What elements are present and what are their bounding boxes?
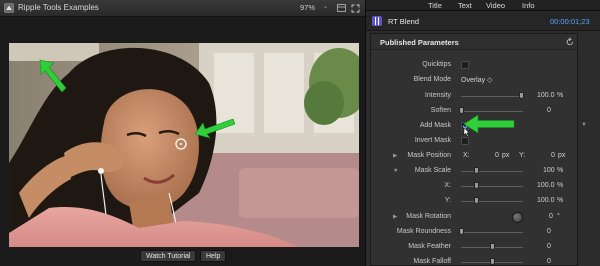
intensity-value[interactable]: 100.0 [537, 92, 555, 99]
tab-title[interactable]: Title [428, 1, 442, 10]
video-image [9, 43, 359, 247]
mask-scale-slider-track[interactable] [461, 171, 523, 172]
effect-icon-mark [375, 17, 379, 25]
param-mask-position: ▶ Mask Position X: 0 px Y: 0 px [371, 149, 577, 164]
viewer-panel: Ripple Tools Examples 97% ⌄ Watch Tutori… [0, 0, 365, 266]
zoom-caret-icon[interactable]: ⌄ [323, 3, 328, 10]
param-mask-feather: Mask Feather 0 [371, 240, 577, 255]
soften-slider-knob[interactable] [459, 107, 464, 114]
reset-icon[interactable] [566, 37, 574, 46]
intensity-slider-track[interactable] [461, 96, 523, 97]
mask-position-y-unit: px [558, 152, 566, 159]
mask-position-y-value[interactable]: 0 [551, 152, 555, 159]
mask-scale-x-slider-knob[interactable] [474, 182, 479, 189]
mask-roundness-slider-knob[interactable] [459, 228, 464, 235]
section-header: Published Parameters [371, 34, 577, 50]
app-icon [4, 3, 14, 13]
tab-info[interactable]: Info [522, 1, 535, 10]
param-label: Y: [444, 197, 451, 204]
mask-roundness-slider-track[interactable] [461, 232, 523, 233]
viewer-toolbar: Ripple Tools Examples 97% ⌄ [0, 0, 365, 17]
collapse-icon[interactable]: ▼ [393, 168, 398, 174]
tab-text[interactable]: Text [458, 1, 472, 10]
quicktips-checkbox[interactable] [461, 61, 469, 69]
mask-scale-y-slider-knob[interactable] [474, 197, 479, 204]
section-title: Published Parameters [380, 38, 459, 47]
expand-icon[interactable]: ▶ [393, 153, 397, 159]
param-mask-scale-y: Y: 100.0 % [371, 194, 577, 209]
fullscreen-icon[interactable] [351, 4, 360, 13]
mask-scale-unit: % [557, 167, 564, 174]
help-button[interactable]: Help [200, 250, 227, 262]
mask-scale-value[interactable]: 100 [543, 167, 555, 174]
param-mask-scale-x: X: 100.0 % [371, 179, 577, 194]
viewer-footer: Watch Tutorial Help [0, 247, 365, 266]
param-soften: Soften 0 [371, 104, 577, 119]
mask-falloff-slider-knob[interactable] [490, 258, 495, 265]
param-quicktips: Quicktips [371, 58, 577, 73]
mask-scale-x-value[interactable]: 100.0 [537, 182, 555, 189]
blend-mode-popup[interactable]: Overlay ◇ [461, 76, 492, 84]
param-label: Quicktips [422, 61, 451, 68]
mask-rotation-dial[interactable] [512, 212, 523, 223]
mask-scale-x-slider-track[interactable] [461, 186, 523, 187]
param-label: Mask Feather [408, 243, 451, 250]
mask-falloff-value[interactable]: 0 [547, 258, 551, 265]
param-label: Mask Scale [414, 167, 451, 174]
param-label: Mask Position [407, 152, 451, 159]
param-label: Blend Mode [413, 76, 451, 83]
param-mask-rotation: ▶ Mask Rotation 0 ° [371, 210, 577, 225]
mask-position-x-label: X: [463, 152, 470, 159]
param-label: X: [444, 182, 451, 189]
param-mask-roundness: Mask Roundness 0 [371, 225, 577, 240]
param-label: Mask Roundness [396, 228, 451, 235]
mask-position-x-unit: px [502, 152, 510, 159]
expand-icon[interactable]: ▶ [393, 214, 397, 220]
zoom-level[interactable]: 97% [300, 3, 315, 12]
param-label: Mask Falloff [413, 258, 451, 265]
param-intensity: Intensity 100.0 % [371, 89, 577, 104]
mask-scale-slider-knob[interactable] [474, 167, 479, 174]
mask-scale-x-unit: % [557, 182, 564, 189]
mask-scale-y-slider-track[interactable] [461, 201, 523, 202]
watch-tutorial-button[interactable]: Watch Tutorial [140, 250, 197, 262]
param-mask-falloff: Mask Falloff 0 [371, 255, 577, 266]
param-label: Invert Mask [414, 137, 451, 144]
soften-slider-track[interactable] [461, 111, 523, 112]
mask-feather-slider-knob[interactable] [490, 243, 495, 250]
mask-feather-value[interactable]: 0 [547, 243, 551, 250]
view-menu-icon[interactable] [337, 4, 346, 12]
param-add-mask: Add Mask [371, 119, 577, 137]
invert-mask-checkbox[interactable] [461, 137, 469, 145]
mask-rotation-unit: ° [557, 213, 560, 220]
param-label: Add Mask [419, 122, 451, 129]
mask-position-x-value[interactable]: 0 [495, 152, 499, 159]
param-label: Intensity [424, 92, 451, 99]
intensity-slider-knob[interactable] [519, 92, 524, 99]
video-frame[interactable] [9, 43, 359, 247]
param-blend-mode: Blend Mode Overlay ◇ [371, 73, 577, 88]
mask-roundness-value[interactable]: 0 [547, 228, 551, 235]
param-label: Mask Rotation [406, 213, 451, 220]
inspector-panel: Title Text Video Info RT Blend 00:00:01;… [365, 0, 600, 266]
effect-name: RT Blend [388, 17, 419, 26]
soften-value[interactable]: 0 [547, 107, 551, 114]
effect-duration: 00:00:01;23 [550, 17, 590, 26]
viewer-title: Ripple Tools Examples [18, 3, 99, 12]
published-parameters-panel: Published Parameters Quicktips Blend Mod… [370, 33, 578, 266]
scroll-arrow-icon[interactable]: ▼ [581, 122, 587, 128]
mask-position-y-label: Y: [519, 152, 526, 159]
mask-rotation-value[interactable]: 0 [549, 213, 553, 220]
mask-scale-y-value[interactable]: 100.0 [537, 197, 555, 204]
inspector-tabs: Title Text Video Info [366, 0, 600, 11]
param-mask-scale: ▼ Mask Scale 100 % [371, 164, 577, 179]
intensity-unit: % [557, 92, 564, 99]
tab-video[interactable]: Video [486, 1, 505, 10]
param-label: Soften [430, 107, 451, 114]
effect-header: RT Blend 00:00:01;23 [366, 11, 600, 31]
param-invert-mask: Invert Mask [371, 134, 577, 149]
mask-scale-y-unit: % [557, 197, 564, 204]
